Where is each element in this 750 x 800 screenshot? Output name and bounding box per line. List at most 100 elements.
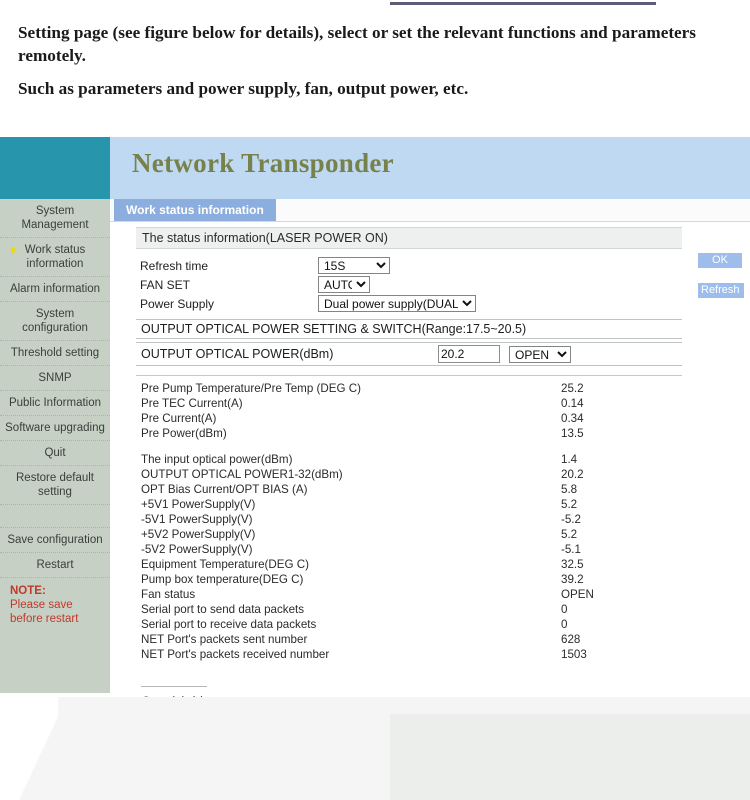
output-optical-power-input[interactable]	[438, 345, 500, 363]
reading-name: The input optical power(dBm)	[141, 453, 293, 466]
list-item: Equipment Temperature(DEG C) 32.5	[136, 557, 682, 572]
reading-name: Pre Current(A)	[141, 412, 217, 425]
footer-divider	[141, 686, 207, 687]
readings-list: Pre Pump Temperature/Pre Temp (DEG C) 25…	[136, 375, 682, 662]
sidebar-item-work-status-information[interactable]: Work status information	[0, 238, 110, 277]
list-item: OUTPUT OPTICAL POWER1-32(dBm) 20.2	[136, 467, 682, 482]
sidebar-item-label: Software upgrading	[5, 422, 105, 434]
list-item: -5V1 PowerSupply(V) -5.2	[136, 512, 682, 527]
power-section-title: OUTPUT OPTICAL POWER SETTING & SWITCH(Ra…	[136, 319, 682, 339]
fan-set-select[interactable]: AUTO	[318, 276, 370, 293]
list-item: NET Port's packets received number 1503	[136, 647, 682, 662]
sidebar-item-label: Alarm information	[9, 283, 101, 295]
refresh-time-select[interactable]: 15S	[318, 257, 390, 274]
list-item-spacer	[136, 441, 682, 452]
output-optical-power-row: OUTPUT OPTICAL POWER(dBm) OPEN	[136, 342, 682, 366]
reading-value: 5.8	[561, 483, 578, 496]
reading-name: NET Port's packets received number	[141, 648, 330, 661]
power-supply-label: Power Supply	[140, 296, 215, 311]
top-divider-rule	[390, 2, 656, 5]
intro-paragraph-1: Setting page (see figure below for detai…	[18, 23, 696, 65]
sidebar-item-software-upgrading[interactable]: Software upgrading	[0, 416, 110, 441]
sidebar-item-system-configuration[interactable]: System configuration	[0, 302, 110, 341]
reading-name: +5V2 PowerSupply(V)	[141, 528, 256, 541]
sidebar-item-label: Restart	[36, 559, 74, 571]
sidebar-item-threshold-setting[interactable]: Threshold setting	[0, 341, 110, 366]
sidebar-item-label: Save configuration	[7, 534, 103, 546]
sidebar-item-label: SNMP	[38, 372, 72, 384]
reading-name: +5V1 PowerSupply(V)	[141, 498, 256, 511]
refresh-time-label: Refresh time	[140, 258, 209, 273]
page-title: Network Transponder	[132, 148, 394, 178]
reading-name: Serial port to send data packets	[141, 603, 305, 616]
sidebar-item-label: System configuration	[22, 308, 88, 334]
reading-value: 13.5	[561, 427, 584, 440]
reading-name: Equipment Temperature(DEG C)	[141, 558, 309, 571]
reading-name: -5V1 PowerSupply(V)	[141, 513, 253, 526]
reading-value: 628	[561, 633, 581, 646]
sidebar-item-public-information[interactable]: Public Information	[0, 391, 110, 416]
sidebar-item-snmp[interactable]: SNMP	[0, 366, 110, 391]
output-optical-power-switch-select[interactable]: OPEN	[509, 345, 571, 363]
reading-name: Pre Pump Temperature/Pre Temp (DEG C)	[141, 382, 361, 395]
reading-value: 0	[561, 618, 568, 631]
sidebar-item-label: System Management	[21, 205, 89, 231]
sidebar-item-system-management[interactable]: System Management	[0, 199, 110, 238]
intro-text: Setting page (see figure below for detai…	[18, 22, 734, 111]
sidebar-item-label: Public Information	[8, 397, 102, 409]
sidebar-item-save-configuration[interactable]: Save configuration	[0, 528, 110, 553]
output-optical-power-label: OUTPUT OPTICAL POWER(dBm)	[141, 347, 334, 361]
reading-value: 1503	[561, 648, 587, 661]
reading-name	[136, 441, 561, 452]
reading-value: 5.2	[561, 498, 578, 511]
list-item: Pre Current(A) 0.34	[136, 411, 682, 426]
list-item: Serial port to receive data packets 0	[136, 617, 682, 632]
form-row-fan-set: FAN SET AUTO	[136, 275, 682, 294]
intro-paragraph-2: Such as parameters and power supply, fan…	[18, 78, 469, 98]
content-pane: Work status information The status infor…	[110, 199, 750, 708]
sidebar-item-label: Threshold setting	[10, 347, 100, 359]
reading-value: 1.4	[561, 453, 578, 466]
status-panel: The status information(LASER POWER ON) R…	[136, 227, 682, 708]
reading-value: 32.5	[561, 558, 584, 571]
list-item: -5V2 PowerSupply(V) -5.1	[136, 542, 682, 557]
list-item: Pre TEC Current(A) 0.14	[136, 396, 682, 411]
list-item: +5V1 PowerSupply(V) 5.2	[136, 497, 682, 512]
sidebar-item-restart[interactable]: Restart	[0, 553, 110, 578]
power-supply-select[interactable]: Dual power supply(DUALPW)	[318, 295, 476, 312]
ok-button[interactable]: OK	[698, 253, 742, 268]
list-item: +5V2 PowerSupply(V) 5.2	[136, 527, 682, 542]
sidebar-item-label: Restore default setting	[16, 472, 94, 498]
tab-bar: Work status information	[110, 199, 750, 222]
form-row-power-supply: Power Supply Dual power supply(DUALPW)	[136, 294, 682, 313]
reading-name: OUTPUT OPTICAL POWER1-32(dBm)	[141, 468, 343, 481]
reading-name: NET Port's packets sent number	[141, 633, 308, 646]
reading-name: Pre TEC Current(A)	[141, 397, 243, 410]
reading-value: -5.1	[561, 543, 581, 556]
sidebar-note: NOTE: Please save before restart	[0, 578, 110, 632]
sidebar-item-quit[interactable]: Quit	[0, 441, 110, 466]
list-item: NET Port's packets sent number 628	[136, 632, 682, 647]
refresh-button[interactable]: Refresh	[698, 283, 744, 298]
selected-arrow-icon	[11, 246, 17, 254]
tab-work-status-information[interactable]: Work status information	[114, 199, 276, 221]
reading-name: Pre Power(dBm)	[141, 427, 227, 440]
reading-name: Serial port to receive data packets	[141, 618, 317, 631]
reading-name: Pump box temperature(DEG C)	[141, 573, 304, 586]
fan-set-label: FAN SET	[140, 277, 191, 292]
reading-value: 20.2	[561, 468, 584, 481]
sidebar-item-label: Work status information	[24, 244, 86, 270]
reading-value: -5.2	[561, 513, 581, 526]
reading-name: OPT Bias Current/OPT BIAS (A)	[141, 483, 308, 496]
sidebar: System Management Work status informatio…	[0, 199, 110, 693]
reading-value: 0	[561, 603, 568, 616]
list-item: The input optical power(dBm) 1.4	[136, 452, 682, 467]
reading-value: 0.34	[561, 412, 584, 425]
list-item: Pre Pump Temperature/Pre Temp (DEG C) 25…	[136, 381, 682, 396]
reading-value: 39.2	[561, 573, 584, 586]
reading-value: 25.2	[561, 382, 584, 395]
sidebar-item-restore-default-setting[interactable]: Restore default setting	[0, 466, 110, 505]
reading-value: 5.2	[561, 528, 578, 541]
sidebar-item-alarm-information[interactable]: Alarm information	[0, 277, 110, 302]
form-row-refresh-time: Refresh time 15S	[136, 256, 682, 275]
